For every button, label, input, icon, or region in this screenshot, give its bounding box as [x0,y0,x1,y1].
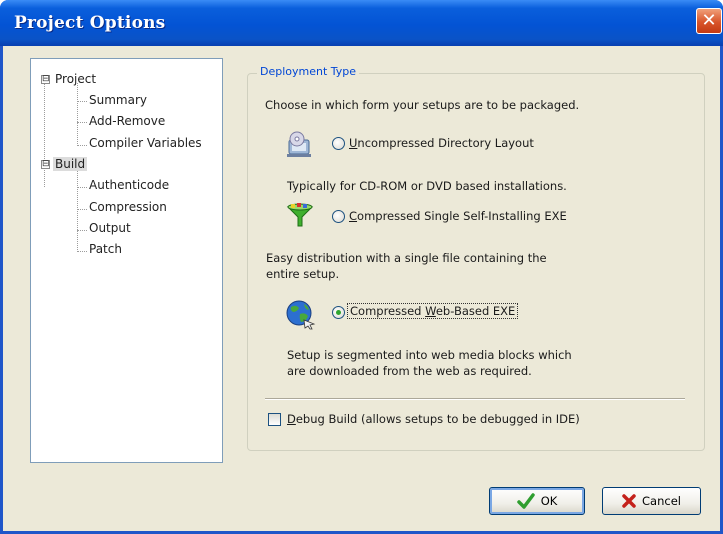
single-exe-radio[interactable] [332,210,345,223]
cancel-button[interactable]: Cancel [602,487,701,515]
option-description: Easy distribution with a single file con… [266,251,547,265]
group-legend: Deployment Type [257,65,360,78]
window-title: Project Options [14,13,166,33]
close-icon: ✕ [701,10,717,31]
tree-item-output[interactable]: Output [89,221,131,235]
collapse-icon[interactable]: ⊟ [41,160,50,169]
title-bar[interactable]: Project Options ✕ [0,0,723,46]
ok-button[interactable]: OK [489,487,585,515]
debug-build-checkbox[interactable] [268,413,281,426]
directory-install-icon [287,131,311,157]
tree-item-authenticode[interactable]: Authenticode [89,178,169,192]
separator [265,398,685,400]
tree-item-label: Authenticode [89,178,170,192]
tree-item-compression[interactable]: Compression [89,200,167,214]
globe-web-icon [286,300,316,330]
options-tree[interactable]: ⊟ Project Summary Add-Remove Compiler Va… [30,58,223,463]
x-icon [622,494,636,508]
tree-item-build[interactable]: ⊟ Build [41,157,88,171]
tree-item-label: Compiler Variables [89,136,202,150]
option-label: Compressed Web-Based EXE [347,303,519,319]
intro-text: Choose in which form your setups are to … [265,98,580,112]
option-description: Setup is segmented into web media blocks… [287,348,572,362]
tree-item-label: Summary [89,93,147,107]
ok-label: OK [540,494,558,508]
option-label: Uncompressed Directory Layout [349,136,534,150]
tree-item-label: Build [53,157,88,171]
option-description: entire setup. [266,267,340,281]
tree-item-compiler-variables[interactable]: Compiler Variables [89,136,202,150]
option-description: Typically for CD-ROM or DVD based instal… [287,179,567,193]
cancel-label: Cancel [642,494,681,508]
option-description: are downloaded from the web as required. [287,364,532,378]
funnel-compress-icon [286,203,314,227]
tree-item-patch[interactable]: Patch [89,242,122,256]
uncompressed-radio[interactable] [332,137,345,150]
tree-item-label: Compression [89,200,167,214]
close-button[interactable]: ✕ [696,8,722,34]
collapse-icon[interactable]: ⊟ [41,75,50,84]
tree-item-summary[interactable]: Summary [89,93,147,107]
debug-build-label: Debug Build (allows setups to be debugge… [287,412,580,426]
tree-item-project[interactable]: ⊟ Project [41,72,96,86]
option-label: Compressed Single Self-Installing EXE [349,209,567,223]
tree-item-label: Output [89,221,131,235]
tree-item-label: Add-Remove [89,114,166,128]
web-exe-radio[interactable] [332,306,345,319]
checkmark-icon [516,493,535,509]
tree-item-add-remove[interactable]: Add-Remove [89,114,165,128]
tree-item-label: Patch [89,242,122,256]
tree-item-label: Project [55,72,97,86]
